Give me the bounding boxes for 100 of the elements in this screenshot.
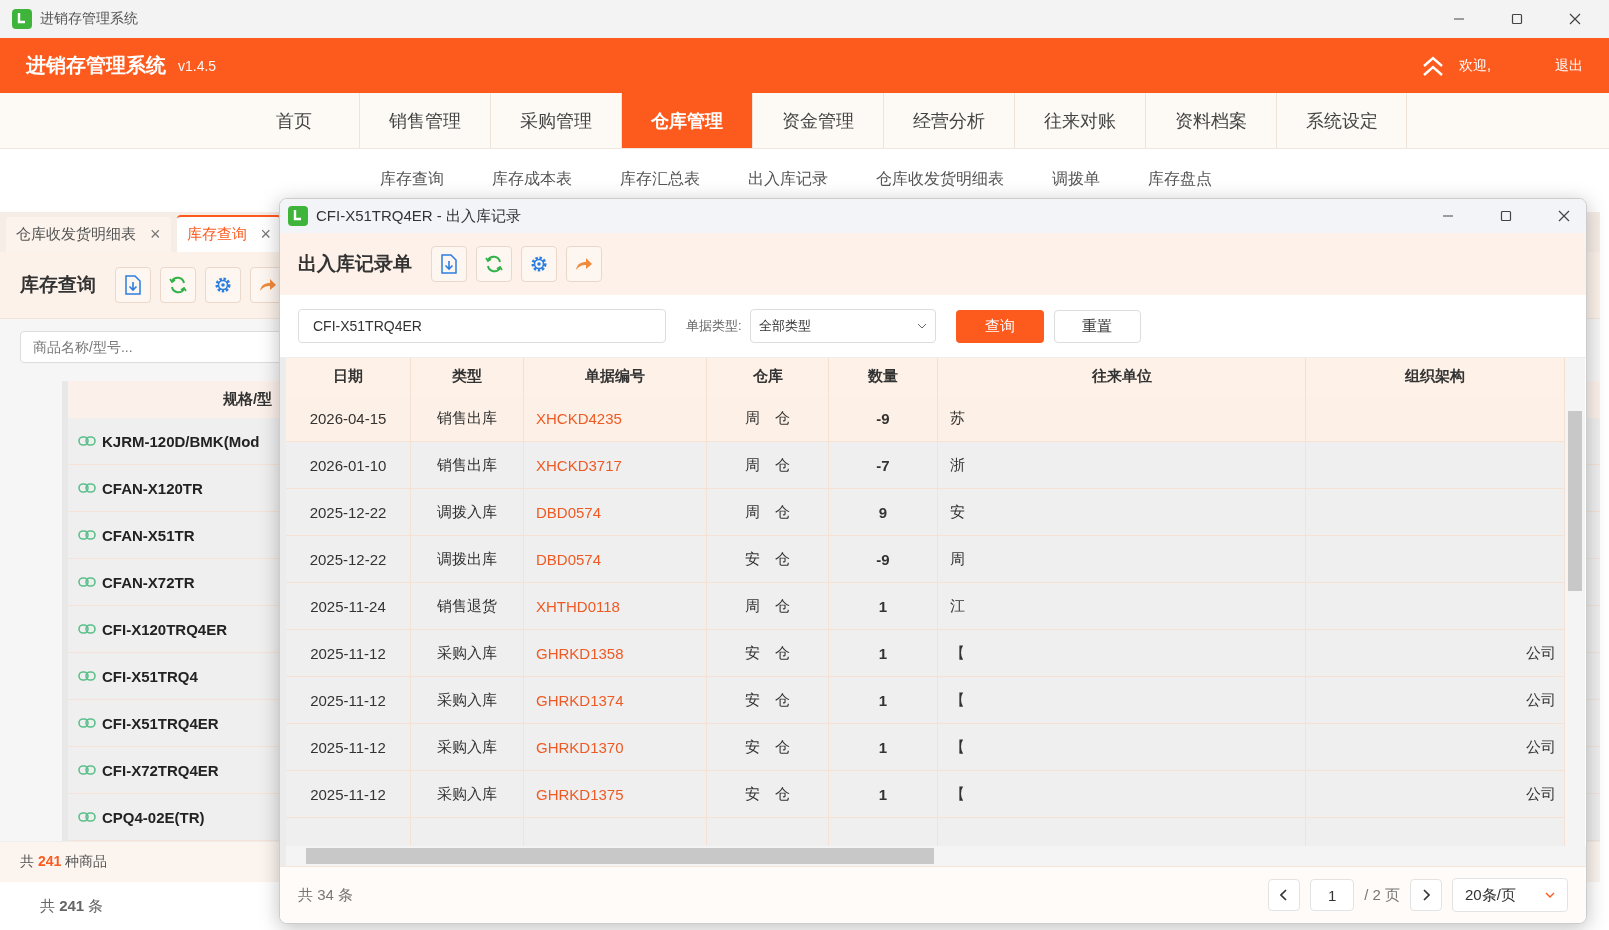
type-cell: 采购入库 (437, 784, 497, 804)
type-dropdown[interactable]: 全部类型 (749, 309, 936, 343)
close-icon[interactable] (1569, 13, 1581, 25)
table-row[interactable]: 2026-01-10 销售出库 XHCKD3717 周 仓 -7 浙 (286, 442, 1565, 489)
table-row[interactable]: 2025-12-22 调拨出库 DBD0574 安 仓 -9 周 (286, 536, 1565, 583)
column-header: 单据编号 (585, 367, 645, 386)
type-cell: 调拨出库 (437, 549, 497, 569)
warehouse-cell: 周 仓 (745, 455, 790, 475)
partner-cell: 安 (950, 502, 965, 522)
quantity-cell: 1 (878, 691, 888, 709)
page-total: / 2 页 (1364, 885, 1400, 905)
link-icon (78, 718, 96, 728)
table-row[interactable]: 2026-04-15 销售出库 XHCKD4235 周 仓 -9 苏 (286, 395, 1565, 442)
type-cell: 销售退货 (437, 596, 497, 616)
document-tab[interactable]: 库存查询 × (176, 215, 282, 252)
download-button[interactable] (431, 246, 467, 282)
vertical-scrollbar[interactable] (1565, 358, 1585, 846)
subnav-link[interactable]: 出入库记录 (724, 168, 852, 190)
forward-arrow-icon (574, 256, 594, 272)
product-code[interactable]: CFI-X120TRQ4ER (102, 620, 228, 638)
refresh-button[interactable] (476, 246, 512, 282)
settings-icon (213, 275, 233, 295)
record-count: 共 241 条 (40, 896, 104, 916)
date-cell: 2025-11-12 (310, 785, 386, 803)
close-tab-button[interactable]: × (260, 224, 272, 245)
chevron-down-icon (916, 323, 927, 329)
download-button[interactable] (115, 267, 151, 303)
tab-label: 库存查询 (186, 225, 247, 244)
refresh-button[interactable] (160, 267, 196, 303)
nav-tab[interactable]: 资金管理 (752, 93, 883, 148)
table-row[interactable]: 2025-11-24 销售退货 XHTHD0118 周 仓 1 江 (286, 583, 1565, 630)
reset-button[interactable]: 重置 (1053, 309, 1141, 343)
product-code[interactable]: CFI-X51TRQ4ER (102, 714, 219, 732)
nav-tab[interactable]: 销售管理 (359, 93, 490, 148)
refresh-icon (168, 275, 188, 295)
column-header: 类型 (452, 367, 482, 386)
type-label: 单据类型: (686, 317, 742, 335)
product-code[interactable]: CFAN-X51TR (102, 526, 195, 544)
subnav-link[interactable]: 库存汇总表 (596, 168, 724, 190)
nav-tab[interactable]: 资料档案 (1145, 93, 1276, 148)
nav-tab[interactable]: 经营分析 (883, 93, 1014, 148)
quantity-cell: -9 (876, 409, 890, 427)
quantity-cell: 1 (878, 644, 888, 662)
settings-button[interactable] (205, 267, 241, 303)
link-icon (78, 812, 96, 822)
product-code[interactable]: CFAN-X120TR (102, 479, 203, 497)
nav-tab[interactable]: 往来对账 (1014, 93, 1145, 148)
page-size-dropdown[interactable]: 20条/页 (1452, 878, 1568, 912)
search-field[interactable]: CFI-X51TRQ4ER (298, 309, 666, 343)
quantity-cell: -7 (876, 456, 890, 474)
subnav-link[interactable]: 库存成本表 (468, 168, 596, 190)
nav-tab[interactable]: 系统设定 (1276, 93, 1407, 148)
table-row[interactable]: 2025-11-12 采购入库 GHRKD1358 安 仓 1 【 公司 (286, 630, 1565, 677)
panel-title: 库存查询 (20, 273, 96, 297)
previous-page-button[interactable] (1268, 879, 1301, 911)
partner-cell: 【 (950, 690, 965, 710)
subnav-link[interactable]: 库存盘点 (1124, 168, 1236, 190)
warehouse-cell: 安 仓 (745, 549, 790, 569)
quantity-cell: 9 (878, 503, 888, 521)
partner-cell: 【 (950, 784, 965, 804)
next-page-button[interactable] (1410, 879, 1442, 911)
forward-button[interactable] (566, 246, 602, 282)
document-tab[interactable]: 仓库收发货明细表 × (6, 217, 171, 252)
horizontal-scrollbar[interactable] (286, 846, 1586, 866)
nav-tab[interactable]: 首页 (228, 93, 359, 148)
table-row[interactable]: 2025-11-12 采购入库 GHRKD1375 安 仓 1 【 公司 (286, 771, 1565, 818)
warehouse-cell: 安 仓 (745, 643, 790, 663)
maximize-icon[interactable] (1500, 210, 1512, 222)
maximize-icon[interactable] (1511, 13, 1523, 25)
column-header: 仓库 (752, 367, 783, 386)
quantity-cell: -9 (876, 550, 890, 568)
product-code[interactable]: CFAN-X72TR (102, 573, 195, 591)
organization-cell: 公司 (1526, 784, 1556, 804)
link-icon (78, 765, 96, 775)
product-code[interactable]: KJRM-120D/BMK(Mod (102, 432, 260, 450)
column-header: 规格/型 (223, 390, 273, 409)
table-row[interactable]: 2025-11-12 采购入库 GHRKD1370 安 仓 1 【 公司 (286, 724, 1565, 771)
dialog-heading: 出入库记录单 (298, 252, 412, 276)
close-tab-button[interactable]: × (150, 224, 161, 245)
subnav-link[interactable]: 仓库收发货明细表 (852, 168, 1028, 190)
warehouse-cell: 安 仓 (745, 690, 790, 710)
partner-cell: 江 (950, 596, 965, 616)
subnav-link[interactable]: 库存查询 (356, 168, 468, 190)
window-title: 进销存管理系统 (40, 10, 138, 28)
date-cell: 2026-01-10 (309, 456, 387, 474)
settings-button[interactable] (521, 246, 557, 282)
product-code[interactable]: CFI-X72TRQ4ER (102, 761, 219, 779)
subnav-link[interactable]: 调拨单 (1028, 168, 1124, 190)
close-icon[interactable] (1558, 210, 1570, 222)
table-row[interactable]: 2025-11-12 采购入库 GHRKD1374 安 仓 1 【 公司 (286, 677, 1565, 724)
date-cell: 2025-12-22 (309, 503, 387, 521)
refresh-icon (484, 254, 504, 274)
product-code[interactable]: CPQ4-02E(TR) (102, 808, 205, 826)
date-cell: 2025-12-22 (309, 550, 387, 568)
column-header: 往来单位 (1091, 367, 1152, 386)
page-field[interactable]: 1 (1310, 879, 1355, 911)
table-row[interactable]: 2025-12-22 调拨入库 DBD0574 周 仓 9 安 (286, 489, 1565, 536)
product-code[interactable]: CFI-X51TRQ4 (102, 667, 198, 685)
date-cell: 2025-11-12 (310, 644, 386, 662)
link-icon (78, 436, 96, 446)
